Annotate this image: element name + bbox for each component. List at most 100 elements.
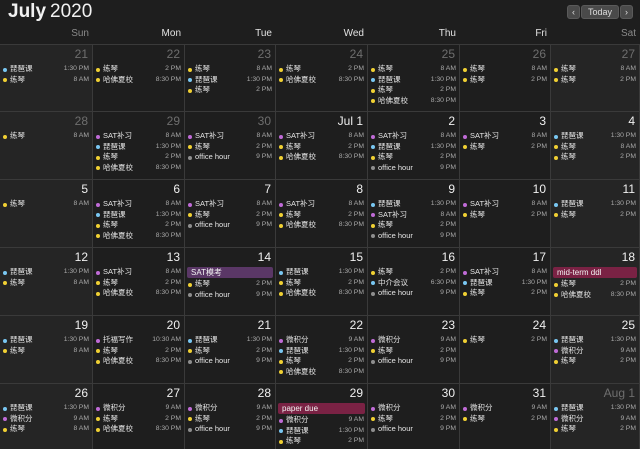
calendar-event[interactable]: 琵琶课 1:30 PM <box>278 267 365 278</box>
calendar-event[interactable]: 琵琶课 1:30 PM <box>370 199 457 210</box>
calendar-event[interactable]: 练琴 8 AM <box>2 278 90 289</box>
day-cell[interactable]: 21 琵琶课 1:30 PM 练琴 8 AM <box>0 45 93 112</box>
day-cell[interactable]: 18 mid-term ddl 练琴 2 PM 哈佛夏校 8:30 PM <box>551 248 640 316</box>
calendar-event[interactable]: 练琴 8 AM <box>2 75 90 86</box>
calendar-event[interactable]: 托福写作 10:30 AM <box>95 335 182 346</box>
calendar-event[interactable]: office hour 9 PM <box>370 288 457 299</box>
day-cell[interactable]: 23 微积分 9 AM 练琴 2 PM office hour 9 PM <box>368 316 460 384</box>
calendar-event[interactable]: 练琴 8 AM <box>2 199 90 210</box>
calendar-event[interactable]: 微积分 9 AM <box>553 346 637 357</box>
calendar-event[interactable]: 练琴 2 PM <box>462 335 548 346</box>
day-cell[interactable]: 25 琵琶课 1:30 PM 微积分 9 AM 练琴 2 PM <box>551 316 640 384</box>
day-cell[interactable]: 3 SAT补习 8 AM 练琴 2 PM <box>460 112 551 180</box>
calendar-event[interactable]: SAT补习 8 AM <box>187 199 273 210</box>
calendar-event[interactable]: 琵琶课 1:30 PM <box>187 335 273 346</box>
calendar-event[interactable]: 练琴 2 PM <box>370 220 457 231</box>
calendar-event[interactable]: SAT补习 8 AM <box>278 199 365 210</box>
calendar-event[interactable]: 微积分 9 AM <box>187 403 273 414</box>
calendar-event[interactable]: 琵琶课 1:30 PM <box>553 131 637 142</box>
calendar-event[interactable]: 微积分 9 AM <box>278 415 365 426</box>
calendar-event[interactable]: 练琴 2 PM <box>278 436 365 447</box>
calendar-event[interactable]: 练琴 2 PM <box>187 210 273 221</box>
calendar-event[interactable]: 练琴 2 PM <box>95 220 182 231</box>
day-cell[interactable]: 29 SAT补习 8 AM 琵琶课 1:30 PM 练琴 2 PM 哈佛夏校 8:30 PM <box>93 112 185 180</box>
calendar-event[interactable]: 练琴 2 PM <box>553 152 637 163</box>
calendar-event[interactable]: 哈佛夏校 8:30 PM <box>278 152 365 163</box>
calendar-event[interactable]: 哈佛夏校 8:30 PM <box>95 424 182 435</box>
calendar-event[interactable]: 微积分 9 AM <box>553 414 637 425</box>
calendar-event[interactable]: office hour 9 PM <box>187 220 273 231</box>
calendar-event[interactable]: SAT补习 8 AM <box>187 131 273 142</box>
day-cell[interactable]: 20 托福写作 10:30 AM 练琴 2 PM 哈佛夏校 8:30 PM <box>93 316 185 384</box>
calendar-event[interactable]: 练琴 2 PM <box>278 210 365 221</box>
calendar-event[interactable]: 练琴 2 PM <box>187 279 273 290</box>
calendar-event[interactable]: 哈佛夏校 8:30 PM <box>553 290 637 301</box>
today-button[interactable]: Today <box>581 5 619 19</box>
day-cell[interactable]: 9 琵琶课 1:30 PM SAT补习 8 AM 练琴 2 PM office hour 9 P… <box>368 180 460 248</box>
day-cell[interactable]: 29 paper due 微积分 9 AM 琵琶课 1:30 PM 练琴 2 PM <box>276 384 368 449</box>
calendar-event[interactable]: 练琴 2 PM <box>370 267 457 278</box>
calendar-event[interactable]: 练琴 8 AM <box>370 64 457 75</box>
calendar-event[interactable]: 哈佛夏校 8:30 PM <box>278 220 365 231</box>
day-cell[interactable]: 26 琵琶课 1:30 PM 微积分 9 AM 练琴 8 AM <box>0 384 93 449</box>
calendar-event[interactable]: 练琴 2 PM <box>370 346 457 357</box>
day-cell[interactable]: 6 SAT补习 8 AM 琵琶课 1:30 PM 练琴 2 PM 哈佛夏校 8:30 PM <box>93 180 185 248</box>
calendar-event[interactable]: office hour 9 PM <box>370 424 457 435</box>
calendar-event[interactable]: 微积分 9 AM <box>370 335 457 346</box>
day-cell[interactable]: 28 微积分 9 AM 练琴 2 PM office hour 9 PM <box>185 384 276 449</box>
calendar-event[interactable]: 练琴 2 PM <box>95 414 182 425</box>
calendar-event[interactable]: 琵琶课 1:30 PM <box>370 75 457 86</box>
day-cell[interactable]: 31 微积分 9 AM 练琴 2 PM <box>460 384 551 449</box>
all-day-event[interactable]: SAT模考 <box>187 267 273 278</box>
calendar-event[interactable]: 哈佛夏校 8:30 PM <box>278 288 365 299</box>
day-cell[interactable]: 2 SAT补习 8 AM 琵琶课 1:30 PM 练琴 2 PM office hour 9 P… <box>368 112 460 180</box>
day-cell[interactable]: 22 微积分 9 AM 琵琶课 1:30 PM 练琴 2 PM 哈佛夏校 8:30 PM <box>276 316 368 384</box>
calendar-event[interactable]: 琵琶课 1:30 PM <box>462 278 548 289</box>
calendar-event[interactable]: SAT补习 8 AM <box>95 199 182 210</box>
calendar-event[interactable]: 哈佛夏校 8:30 PM <box>95 288 182 299</box>
calendar-event[interactable]: 练琴 8 AM <box>462 64 548 75</box>
calendar-event[interactable]: office hour 9 PM <box>370 356 457 367</box>
day-cell[interactable]: Aug 1 琵琶课 1:30 PM 微积分 9 AM 练琴 2 PM <box>551 384 640 449</box>
calendar-event[interactable]: 练琴 2 PM <box>553 210 637 221</box>
calendar-event[interactable]: 琵琶课 1:30 PM <box>95 210 182 221</box>
calendar-event[interactable]: 琵琶课 1:30 PM <box>95 142 182 153</box>
day-cell[interactable]: 30 微积分 9 AM 练琴 2 PM office hour 9 PM <box>368 384 460 449</box>
calendar-event[interactable]: 琵琶课 1:30 PM <box>2 335 90 346</box>
calendar-event[interactable]: 练琴 2 PM <box>278 64 365 75</box>
day-cell[interactable]: 24 练琴 2 PM <box>460 316 551 384</box>
calendar-event[interactable]: 哈佛夏校 8:30 PM <box>95 356 182 367</box>
day-cell[interactable]: 17 SAT补习 8 AM 琵琶课 1:30 PM 练琴 2 PM <box>460 248 551 316</box>
day-cell[interactable]: 27 练琴 8 AM 练琴 2 PM <box>551 45 640 112</box>
day-cell[interactable]: 26 练琴 8 AM 练琴 2 PM <box>460 45 551 112</box>
calendar-event[interactable]: 练琴 2 PM <box>278 356 365 367</box>
calendar-event[interactable]: 练琴 2 PM <box>370 152 457 163</box>
calendar-event[interactable]: 哈佛夏校 8:30 PM <box>278 367 365 378</box>
calendar-event[interactable]: office hour 9 PM <box>187 290 273 301</box>
calendar-event[interactable]: 练琴 2 PM <box>553 75 637 86</box>
calendar-event[interactable]: SAT补习 8 AM <box>370 131 457 142</box>
calendar-event[interactable]: 练琴 8 AM <box>2 131 90 142</box>
calendar-event[interactable]: 练琴 2 PM <box>187 346 273 357</box>
calendar-event[interactable]: 哈佛夏校 8:30 PM <box>95 231 182 242</box>
calendar-event[interactable]: 哈佛夏校 8:30 PM <box>278 75 365 86</box>
calendar-event[interactable]: 练琴 2 PM <box>370 414 457 425</box>
calendar-event[interactable]: 练琴 2 PM <box>95 278 182 289</box>
day-cell[interactable]: Jul 1 SAT补习 8 AM 练琴 2 PM 哈佛夏校 8:30 PM <box>276 112 368 180</box>
calendar-event[interactable]: 练琴 2 PM <box>553 424 637 435</box>
calendar-event[interactable]: 琵琶课 1:30 PM <box>187 75 273 86</box>
previous-month-button[interactable]: ‹ <box>567 5 580 19</box>
calendar-event[interactable]: 练琴 2 PM <box>462 142 548 153</box>
calendar-event[interactable]: 练琴 8 AM <box>187 64 273 75</box>
calendar-event[interactable]: 微积分 9 AM <box>462 403 548 414</box>
day-cell[interactable]: 19 琵琶课 1:30 PM 练琴 8 AM <box>0 316 93 384</box>
calendar-event[interactable]: 哈佛夏校 8:30 PM <box>95 75 182 86</box>
calendar-event[interactable]: 练琴 2 PM <box>553 356 637 367</box>
calendar-event[interactable]: 练琴 8 AM <box>2 346 90 357</box>
calendar-event[interactable]: 琵琶课 1:30 PM <box>278 346 365 357</box>
calendar-event[interactable]: SAT补习 8 AM <box>462 199 548 210</box>
calendar-event[interactable]: 琵琶课 1:30 PM <box>553 335 637 346</box>
calendar-event[interactable]: 微积分 9 AM <box>370 403 457 414</box>
calendar-event[interactable]: 练琴 2 PM <box>462 210 548 221</box>
day-cell[interactable]: 15 琵琶课 1:30 PM 练琴 2 PM 哈佛夏校 8:30 PM <box>276 248 368 316</box>
